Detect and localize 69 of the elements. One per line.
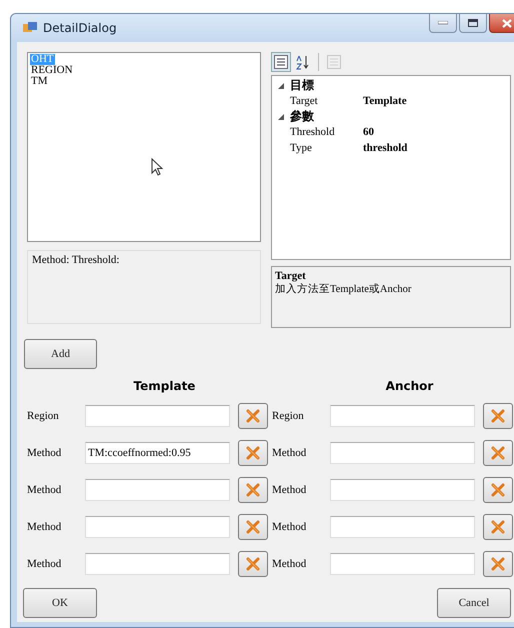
text-field[interactable]: [330, 442, 475, 464]
field-label: Method: [27, 447, 62, 459]
clear-button[interactable]: [483, 403, 513, 429]
clear-icon: [490, 519, 506, 535]
clear-button[interactable]: [238, 440, 268, 466]
text-field[interactable]: [85, 405, 230, 427]
clear-icon: [245, 445, 261, 461]
text-field[interactable]: [85, 516, 230, 538]
categorized-view-button[interactable]: [271, 52, 291, 72]
mouse-cursor-icon: [151, 158, 163, 176]
method-info: Method: Threshold:: [32, 254, 120, 266]
clear-button[interactable]: [483, 477, 513, 503]
clear-button[interactable]: [483, 440, 513, 466]
ok-button[interactable]: OK: [23, 588, 97, 618]
add-button[interactable]: Add: [24, 339, 97, 369]
clear-button[interactable]: [238, 477, 268, 503]
collapse-icon[interactable]: [278, 114, 284, 120]
field-label: Method: [272, 521, 308, 533]
field-label: Region: [272, 410, 305, 422]
text-field[interactable]: [330, 553, 475, 575]
clear-button[interactable]: [483, 551, 513, 577]
group-heading: Anchor: [386, 379, 434, 393]
field-label: Region: [27, 410, 60, 422]
cancel-button[interactable]: Cancel: [437, 588, 511, 618]
help-title: Target: [275, 270, 306, 282]
clear-icon: [490, 556, 506, 572]
help-description: 加入方法至Template或Anchor: [275, 282, 412, 296]
text-field[interactable]: TM:ccoeffnormed:0.95: [85, 442, 230, 464]
clear-icon: [490, 408, 506, 424]
method-list[interactable]: OHT REGION TM: [27, 52, 261, 242]
clear-icon: [245, 519, 261, 535]
text-field[interactable]: [330, 479, 475, 501]
clear-icon: [490, 445, 506, 461]
field-label: Method: [27, 558, 62, 570]
close-icon: [502, 18, 512, 28]
app-icon: [23, 22, 37, 34]
property-name: Threshold: [290, 126, 336, 138]
field-label: Method: [272, 484, 308, 496]
maximize-button[interactable]: [459, 14, 487, 33]
clear-icon: [245, 408, 261, 424]
group-heading: Template: [134, 379, 196, 393]
property-value[interactable]: threshold: [363, 142, 510, 154]
clear-button[interactable]: [238, 551, 268, 577]
clear-icon: [245, 482, 261, 498]
list-item[interactable]: REGION: [30, 65, 74, 76]
text-field[interactable]: [330, 405, 475, 427]
text-field[interactable]: [85, 479, 230, 501]
clear-button[interactable]: [238, 403, 268, 429]
clear-button[interactable]: [238, 514, 268, 540]
window-title: DetailDialog: [43, 21, 118, 35]
text-field[interactable]: [330, 516, 475, 538]
field-label: Method: [272, 447, 308, 459]
text-field[interactable]: [85, 553, 230, 575]
field-label: Method: [27, 484, 62, 496]
clear-icon: [490, 482, 506, 498]
maximize-icon: [468, 19, 478, 27]
category-label: 參數: [290, 108, 314, 125]
list-item[interactable]: TM: [30, 76, 48, 87]
clear-button[interactable]: [483, 514, 513, 540]
minimize-icon: [438, 21, 448, 25]
property-name: Target: [290, 95, 319, 107]
property-name: Type: [290, 142, 313, 154]
category-label: 目標: [290, 77, 314, 94]
property-value[interactable]: 60: [363, 126, 510, 138]
field-label: Method: [272, 558, 308, 570]
property-value[interactable]: Template: [363, 95, 510, 107]
clear-icon: [245, 556, 261, 572]
field-label: Method: [27, 521, 62, 533]
collapse-icon[interactable]: [278, 82, 284, 88]
